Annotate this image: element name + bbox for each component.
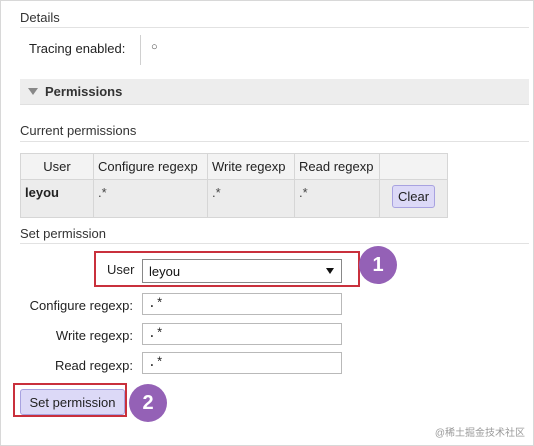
triangle-down-icon — [28, 88, 38, 95]
cell-configure-regexp: .* — [93, 179, 208, 218]
permissions-section-toggle[interactable]: Permissions — [20, 79, 529, 105]
divider — [140, 35, 141, 65]
set-permission-button[interactable]: Set permission — [20, 389, 125, 415]
step-badge-1: 1 — [359, 246, 397, 284]
read-regexp-label: Read regexp: — [54, 358, 133, 373]
watermark: @稀土掘金技术社区 — [434, 428, 525, 439]
cell-write-regexp: .* — [207, 179, 295, 218]
current-permissions-table: User Configure regexp Write regexp Read … — [20, 153, 448, 218]
column-header-action — [379, 153, 448, 180]
user-field-label: User — [107, 262, 135, 277]
permissions-section-title: Permissions — [45, 84, 123, 99]
column-header-configure: Configure regexp — [93, 153, 208, 180]
cell-user: leyou — [20, 179, 94, 218]
divider — [20, 243, 529, 244]
table-row: leyou .* .* .* Clear — [20, 179, 448, 218]
divider — [20, 27, 529, 28]
write-regexp-input[interactable]: .* — [142, 323, 342, 345]
set-permission-title: Set permission — [20, 226, 106, 241]
column-header-user: User — [20, 153, 94, 180]
step-badge-2: 2 — [129, 384, 167, 422]
current-permissions-title: Current permissions — [20, 123, 137, 138]
chevron-down-icon — [326, 268, 334, 274]
tracing-enabled-label: Tracing enabled: — [29, 41, 126, 56]
cell-read-regexp: .* — [294, 179, 380, 218]
table-header-row: User Configure regexp Write regexp Read … — [20, 153, 448, 180]
tracing-enabled-value: ○ — [151, 41, 158, 53]
user-select[interactable]: leyou — [142, 259, 342, 283]
read-regexp-input[interactable]: .* — [142, 352, 342, 374]
divider — [20, 141, 529, 142]
cell-action: Clear — [379, 179, 448, 218]
rabbitmq-user-page: Details Tracing enabled: ○ Permissions C… — [0, 0, 534, 446]
configure-regexp-input[interactable]: .* — [142, 293, 342, 315]
configure-regexp-label: Configure regexp: — [29, 298, 133, 313]
user-select-value: leyou — [149, 264, 181, 279]
write-regexp-label: Write regexp: — [55, 328, 133, 343]
column-header-read: Read regexp — [294, 153, 380, 180]
details-section-title: Details — [20, 10, 60, 25]
column-header-write: Write regexp — [207, 153, 295, 180]
clear-permission-button[interactable]: Clear — [391, 185, 436, 208]
